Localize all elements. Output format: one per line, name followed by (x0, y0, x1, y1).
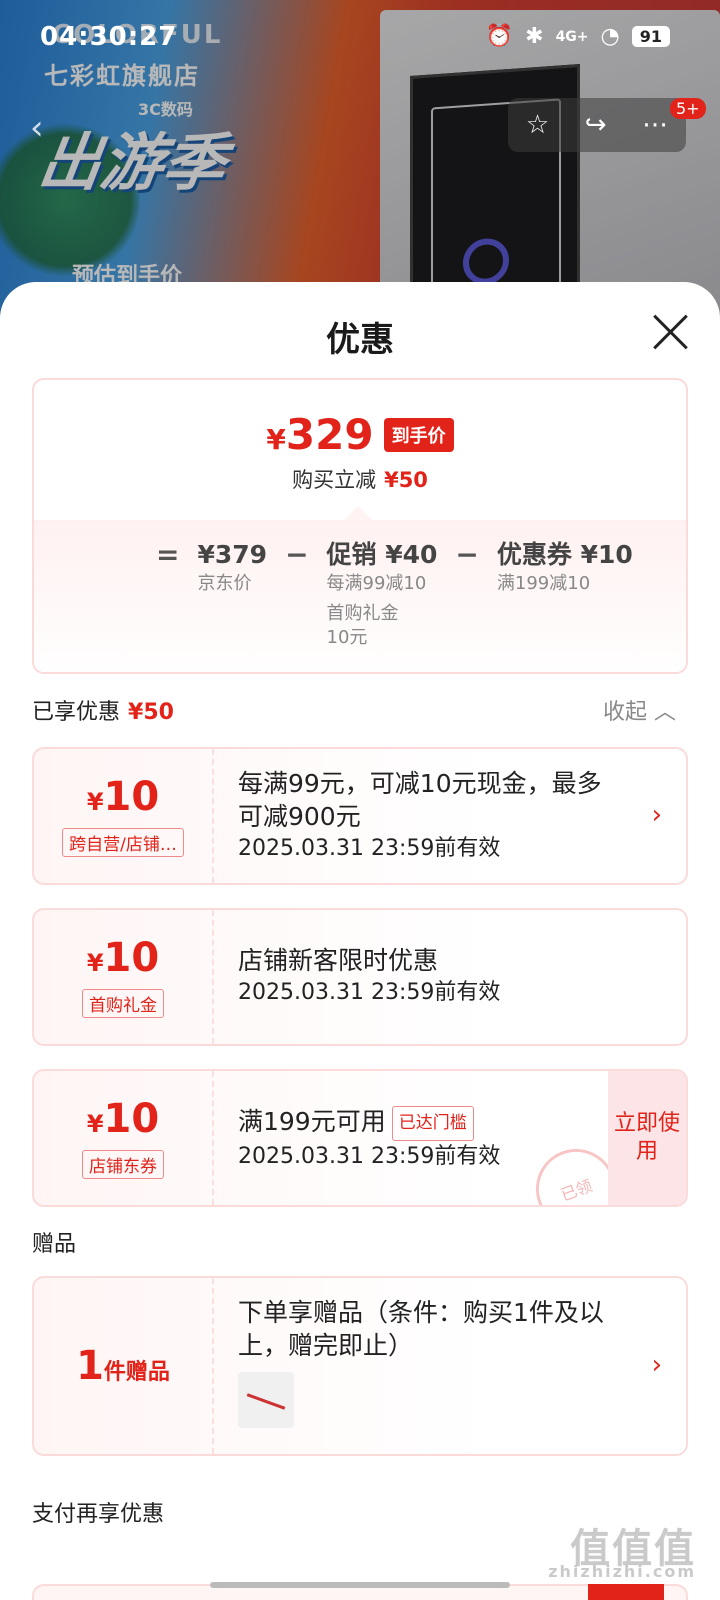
gift-count-block: 1件赠品 (34, 1278, 214, 1454)
gift-info: 下单享赠品（条件：购买1件及以上，赠完即止） (238, 1296, 626, 1428)
gift-thumbnail[interactable] (238, 1372, 294, 1428)
status-bar: 04:30:27 ⏰ ✱ 4G+ ◔ 91 (0, 0, 720, 80)
coupon-card[interactable]: ¥10 店铺东券 满199元可用 已达门槛 2025.03.31 23:59前有效… (32, 1069, 688, 1207)
chevron-right-icon[interactable]: › (652, 800, 662, 830)
coupon-info: 满199元可用 已达门槛 2025.03.31 23:59前有效 (238, 1105, 596, 1173)
coupon-amount: ¥10 (86, 774, 160, 820)
battery-icon: 91 (631, 26, 670, 47)
reduce-label: 购买立减 (292, 468, 377, 492)
promo-value: 促销 ¥40 (326, 540, 438, 569)
final-price: ¥329 (266, 410, 374, 459)
threshold-reached-tag: 已达门槛 (391, 1105, 474, 1141)
signal-icon: 4G+ (555, 28, 589, 45)
enjoyed-header: 已享优惠 ¥50 (32, 694, 174, 726)
gift-count: 1件赠品 (76, 1343, 170, 1389)
coupon-desc: 满199元可用 已达门槛 (238, 1105, 596, 1141)
coupon-desc: 店铺新客限时优惠 (238, 946, 439, 975)
formula-minus: − (455, 538, 479, 571)
price-formula: = ¥379 京东价 − 促销 ¥40 每满99减10 首购礼金 10元 − 优… (138, 538, 633, 650)
gift-desc: 下单享赠品（条件：购买1件及以上，赠完即止） (238, 1298, 604, 1360)
coupon-desc: 每满99元，可减10元现金，最多可减900元 (238, 769, 602, 831)
coupon-value: 优惠券 ¥10 (496, 540, 633, 569)
coupon-amount: ¥10 (86, 935, 160, 981)
collapse-label: 收起 (602, 700, 647, 725)
watermark-url: zhizhizhi.com (548, 1562, 696, 1581)
chevron-up-icon: ︿ (653, 700, 676, 725)
more-icon[interactable]: ⋯ (642, 110, 668, 140)
coupon-type-tag: 店铺东券 (82, 1150, 164, 1179)
formula-minus: − (285, 538, 309, 571)
gift-card[interactable]: 1件赠品 下单享赠品（条件：购买1件及以上，赠完即止） › (32, 1276, 688, 1456)
formula-equals: = (156, 538, 180, 571)
site-watermark: 值值值 zhizhizhi.com (548, 1516, 696, 1581)
enjoyed-label: 已享优惠 (32, 700, 121, 725)
alarm-icon: ⏰ (485, 24, 514, 49)
collapse-button[interactable]: 收起 ︿ (603, 694, 676, 726)
status-time: 04:30:27 (40, 22, 178, 52)
final-price-row: ¥329 到手价 (34, 410, 686, 459)
wifi-icon: ◔ (600, 24, 620, 49)
gift-section-title: 赠品 (32, 1232, 77, 1257)
use-now-button[interactable]: 立即使用 (608, 1071, 686, 1205)
promo-detail: 每满99减10 (326, 573, 427, 594)
chevron-right-icon[interactable]: › (652, 1350, 662, 1380)
message-badge: 5+ (670, 98, 706, 119)
coupon-value-block: ¥10 跨自营/店铺… (34, 749, 214, 883)
pay-section-title: 支付再享优惠 (32, 1502, 165, 1527)
pointer-triangle (344, 506, 372, 520)
formula-promo: 促销 ¥40 每满99减10 首购礼金 10元 (327, 538, 438, 650)
formula-coupon: 优惠券 ¥10 满199减10 (497, 538, 633, 596)
coupon-info: 店铺新客限时优惠 2025.03.31 23:59前有效 (238, 944, 626, 1009)
formula-jd-price: ¥379 京东价 (197, 538, 267, 596)
share-icon[interactable]: ↪ (585, 110, 607, 140)
pay-offer-accent (588, 1584, 664, 1600)
jd-price-value: ¥379 (197, 540, 268, 569)
promo-detail: 10元 (326, 627, 368, 648)
coupon-detail: 满199减10 (496, 573, 591, 594)
coupon-info: 每满99元，可减10元现金，最多可减900元 2025.03.31 23:59前… (238, 767, 626, 865)
enjoyed-amount: ¥50 (128, 700, 174, 725)
home-indicator[interactable] (210, 1582, 510, 1588)
bluetooth-icon: ✱ (525, 24, 544, 49)
nav-action-pill: ☆ ↪ ⋯ (508, 98, 686, 152)
coupon-type-tag: 跨自营/店铺… (62, 828, 184, 857)
coupon-date: 2025.03.31 23:59前有效 (238, 980, 501, 1005)
reduce-row: 购买立减 ¥50 (34, 464, 686, 494)
discount-sheet: 优惠 ¥329 到手价 购买立减 ¥50 = ¥379 京东价 − 促销 ¥40 … (0, 282, 720, 1600)
coupon-card[interactable]: ¥10 跨自营/店铺… 每满99元，可减10元现金，最多可减900元 2025.… (32, 747, 688, 885)
reduce-amount: ¥50 (384, 468, 428, 492)
coupon-type-tag: 首购礼金 (82, 989, 164, 1018)
sheet-title: 优惠 (326, 320, 394, 360)
coupon-amount: ¥10 (86, 1096, 160, 1142)
price-breakdown-card: ¥329 到手价 购买立减 ¥50 = ¥379 京东价 − 促销 ¥40 每满9… (32, 378, 688, 674)
star-icon[interactable]: ☆ (526, 110, 549, 140)
promo-detail: 首购礼金 (326, 603, 399, 624)
close-icon[interactable] (650, 312, 690, 352)
jd-price-label: 京东价 (197, 573, 252, 594)
coupon-value-block: ¥10 首购礼金 (34, 910, 214, 1044)
back-arrow-icon[interactable]: ‹ (30, 108, 44, 148)
final-price-tag: 到手价 (383, 417, 454, 452)
status-icons: ⏰ ✱ 4G+ ◔ 91 (486, 24, 670, 49)
coupon-date: 2025.03.31 23:59前有效 (238, 836, 501, 861)
coupon-card[interactable]: ¥10 首购礼金 店铺新客限时优惠 2025.03.31 23:59前有效 (32, 908, 688, 1046)
coupon-value-block: ¥10 店铺东券 (34, 1071, 214, 1205)
